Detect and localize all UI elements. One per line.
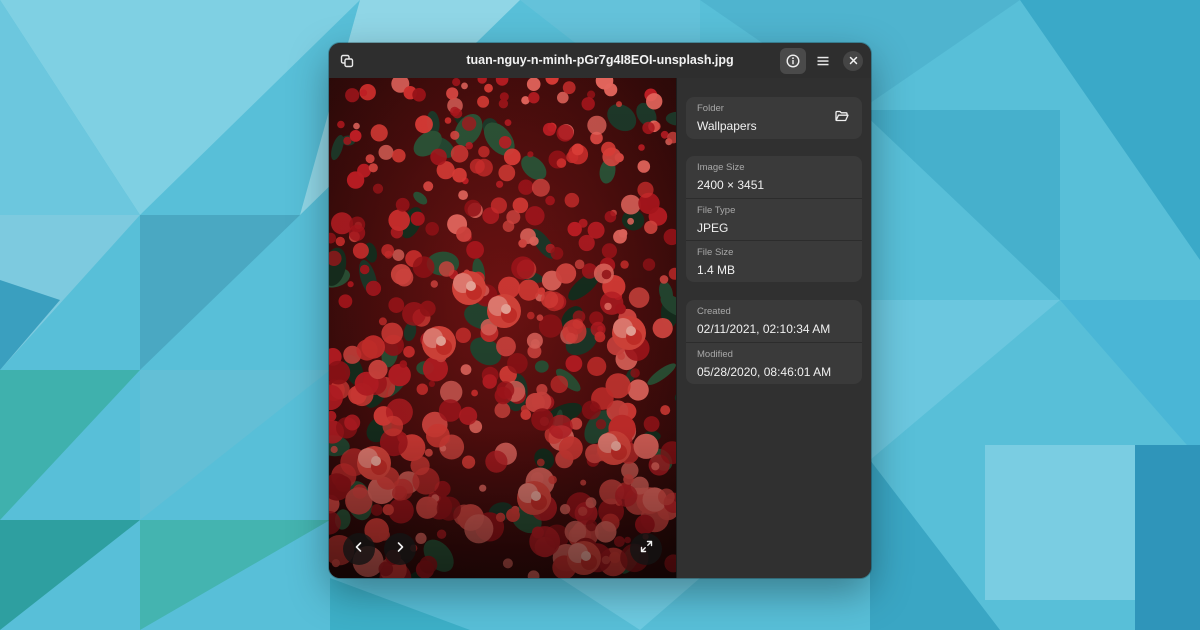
folder-row: Folder Wallpapers: [686, 97, 862, 139]
image-viewer-window: tuan-nguy-n-minh-pGr7g4I8EOI-unsplash.jp…: [329, 43, 871, 578]
date-row-modified: Modified 05/28/2020, 08:46:01 AM: [686, 342, 862, 384]
dates-card: Created 02/11/2021, 02:10:34 AM Modified…: [686, 300, 862, 384]
new-window-button[interactable]: [334, 48, 360, 74]
headerbar: tuan-nguy-n-minh-pGr7g4I8EOI-unsplash.jp…: [329, 43, 871, 78]
property-row-image-size: Image Size 2400 × 3451: [686, 156, 862, 198]
image-size-label: Image Size: [697, 162, 745, 173]
file-size-value: 1.4 MB: [697, 263, 736, 277]
close-icon: [849, 52, 858, 70]
image-display[interactable]: [329, 78, 676, 578]
fullscreen-icon: [640, 540, 653, 558]
created-label: Created: [697, 306, 731, 317]
close-button[interactable]: [843, 51, 863, 71]
fullscreen-button[interactable]: [630, 533, 662, 565]
chevron-right-icon: [394, 540, 406, 558]
file-type-label: File Type: [697, 205, 736, 216]
image-size-value: 2400 × 3451: [697, 178, 765, 192]
open-folder-button[interactable]: [832, 108, 852, 128]
property-row-file-type: File Type JPEG: [686, 198, 862, 240]
chevron-left-icon: [353, 540, 365, 558]
created-value: 02/11/2021, 02:10:34 AM: [697, 322, 831, 336]
file-size-label: File Size: [697, 247, 734, 258]
flower-photo: [329, 78, 676, 578]
info-button[interactable]: [780, 48, 806, 74]
folder-card: Folder Wallpapers: [686, 97, 862, 139]
properties-sidebar: Folder Wallpapers Image Size 2400 × 3451: [676, 78, 871, 578]
main-menu-button[interactable]: [810, 48, 836, 74]
info-icon: [786, 54, 800, 68]
property-row-file-size: File Size 1.4 MB: [686, 240, 862, 282]
modified-label: Modified: [697, 349, 733, 360]
hamburger-menu-icon: [816, 54, 830, 68]
image-properties-card: Image Size 2400 × 3451 File Type JPEG Fi…: [686, 156, 862, 282]
file-type-value: JPEG: [697, 221, 729, 235]
next-image-button[interactable]: [384, 533, 416, 565]
previous-image-button[interactable]: [343, 533, 375, 565]
folder-open-icon: [835, 109, 849, 127]
duplicate-windows-icon: [340, 54, 354, 68]
date-row-created: Created 02/11/2021, 02:10:34 AM: [686, 300, 862, 342]
modified-value: 05/28/2020, 08:46:01 AM: [697, 365, 832, 379]
